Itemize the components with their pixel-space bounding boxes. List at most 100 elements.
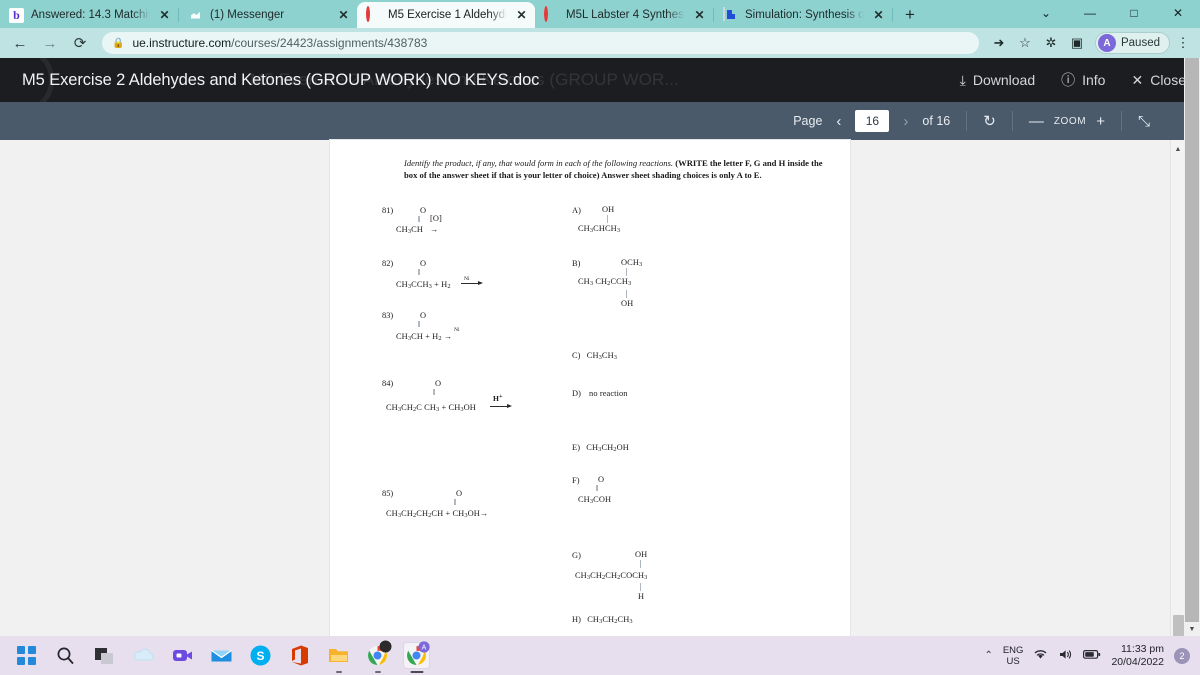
new-tab-button[interactable]: + — [897, 2, 923, 28]
tab-close-icon[interactable]: ✕ — [336, 8, 351, 23]
question-85: 85) — [382, 483, 393, 501]
profile-button[interactable]: A Paused — [1094, 32, 1170, 54]
zoom-icon[interactable] — [170, 643, 195, 668]
q85-carbonyl-o: O — [456, 489, 463, 498]
office-icon[interactable] — [287, 643, 312, 668]
viewer-scrollbar[interactable]: ▲ ▼ — [1170, 140, 1184, 675]
system-tray: ⌃ ENG US 11:33 pm 20/04/2022 2 — [984, 643, 1200, 669]
page-scroll-down-icon[interactable]: ▼ — [1184, 622, 1200, 636]
zoom-in-icon[interactable]: + — [1096, 113, 1105, 130]
prev-page-icon[interactable]: ‹ — [832, 113, 845, 130]
tab-title: Answered: 14.3 Matching Questio — [31, 8, 150, 21]
tray-expand-icon[interactable]: ⌃ — [984, 650, 992, 661]
notification-badge[interactable]: 2 — [1174, 647, 1190, 664]
browser-tab-3[interactable]: M5L Labster 4 Synthesis of Aspirin ✕ — [535, 2, 713, 28]
extensions-puzzle-icon[interactable]: ✲ — [1039, 31, 1063, 55]
answer-letter: B) — [572, 259, 581, 268]
tab-title: M5L Labster 4 Synthesis of Aspirin — [566, 8, 685, 21]
answer-a-letter: A) — [572, 200, 581, 218]
answer-a-main: CH3CHCH3 — [578, 224, 621, 234]
back-icon[interactable]: ← — [6, 29, 34, 57]
answer-g-main: CH3CH2CH2COCH3 — [575, 571, 648, 581]
wifi-icon[interactable] — [1033, 648, 1048, 664]
document-header: M5 Exercise 2 Aldehydes and Ketones (GRO… — [0, 58, 1200, 102]
page-scrollbar[interactable]: ▼ — [1184, 58, 1200, 636]
battery-icon[interactable] — [1083, 649, 1101, 663]
chrome-active-icon[interactable]: A — [404, 641, 430, 673]
close-document-button[interactable]: ✕ Close — [1131, 72, 1186, 89]
svg-text:S: S — [256, 649, 264, 663]
window-controls: ⌄ — □ ✕ — [1024, 0, 1200, 28]
browser-tab-2-active[interactable]: M5 Exercise 1 Aldehydes and Keto ✕ — [357, 2, 535, 28]
rotate-icon[interactable]: ↻ — [983, 112, 996, 130]
avatar: A — [1097, 34, 1116, 52]
answer-e: E) CH3CH2OH — [572, 437, 629, 455]
fullscreen-icon[interactable]: ⤡ — [1138, 113, 1150, 130]
taskbar-icons: S A — [0, 640, 430, 673]
page-scrollbar-thumb[interactable] — [1185, 58, 1199, 622]
info-button[interactable]: ⓘ Info — [1061, 70, 1105, 90]
lock-icon: 🔒 — [112, 37, 125, 49]
clock-time: 11:33 pm — [1121, 642, 1164, 655]
skype-icon[interactable]: S — [248, 643, 273, 668]
answer-d: D) no reaction — [572, 383, 628, 401]
q81-carbonyl-o: O — [420, 206, 427, 215]
tab-close-icon[interactable]: ✕ — [157, 8, 172, 23]
tab-close-icon[interactable]: ✕ — [871, 8, 886, 23]
forward-icon[interactable]: → — [36, 29, 64, 57]
browser-menu-icon[interactable]: ⋮ — [1172, 31, 1194, 55]
file-explorer-icon[interactable] — [326, 643, 351, 673]
omnibox-bar: ← → ⟳ 🔒 ue.instructure.com/courses/24423… — [0, 28, 1200, 58]
mail-icon[interactable] — [209, 643, 234, 668]
bookmark-star-icon[interactable]: ☆ — [1013, 31, 1037, 55]
url-host: ue.instructure.com — [132, 36, 232, 50]
volume-icon[interactable] — [1058, 648, 1073, 664]
answer-f-main: CH3COH — [578, 495, 612, 505]
tab-close-icon[interactable]: ✕ — [692, 8, 707, 23]
tab-search-icon[interactable]: ⌄ — [1024, 0, 1068, 25]
close-icon: ✕ — [1131, 71, 1144, 88]
close-window-icon[interactable]: ✕ — [1156, 0, 1200, 25]
clock[interactable]: 11:33 pm 20/04/2022 — [1111, 643, 1164, 669]
answer-c-main: CH3CH3 — [584, 351, 618, 361]
windows-taskbar: S A ⌃ ENG US 11:33 pm 20/04/2022 2 — [0, 636, 1200, 675]
page-navigation-group: Page ‹ 16 › of 16 — [777, 110, 966, 132]
chrome-icon[interactable] — [365, 640, 392, 673]
minimize-icon[interactable]: — — [1068, 0, 1112, 25]
task-view-icon[interactable] — [92, 643, 117, 668]
start-icon[interactable] — [14, 643, 39, 668]
answer-f-letter: F) — [572, 470, 580, 488]
answer-e-main: CH3CH2OH — [584, 443, 629, 453]
question-number: 84) — [382, 379, 394, 388]
browser-tab-1[interactable]: (1) Messenger ✕ — [179, 2, 357, 28]
answer-b-ocH3: OCH3 — [621, 258, 643, 268]
clock-date: 20/04/2022 — [1111, 655, 1164, 668]
scroll-up-icon[interactable]: ▲ — [1171, 142, 1185, 156]
page-number-input[interactable]: 16 — [855, 110, 890, 132]
side-panel-icon[interactable]: ▣ — [1065, 31, 1089, 55]
question-number: 83) — [382, 311, 394, 320]
language-indicator[interactable]: ENG US — [1003, 645, 1024, 667]
share-icon[interactable]: ➜ — [987, 31, 1011, 55]
browser-tab-0[interactable]: b Answered: 14.3 Matching Questio ✕ — [0, 2, 178, 28]
search-icon[interactable] — [53, 643, 78, 668]
maximize-icon[interactable]: □ — [1112, 0, 1156, 25]
address-bar[interactable]: 🔒 ue.instructure.com/courses/24423/assig… — [102, 32, 979, 54]
tab-divider — [892, 8, 893, 22]
zoom-out-icon[interactable]: — — [1029, 113, 1044, 130]
profile-status-label: Paused — [1120, 37, 1160, 49]
reload-icon[interactable]: ⟳ — [66, 29, 94, 57]
browser-tab-4[interactable]: Simulation: Synthesis of Aspirin: L ✕ — [714, 2, 892, 28]
tab-close-icon[interactable]: ✕ — [514, 8, 529, 23]
page-label: Page — [793, 114, 823, 128]
q83-carbonyl-o: O — [420, 311, 427, 320]
onedrive-icon[interactable] — [131, 643, 156, 668]
canvas-icon — [544, 5, 559, 23]
next-page-icon[interactable]: › — [899, 113, 912, 130]
download-button[interactable]: ⤓ Download — [960, 72, 1035, 89]
browser-window: b Answered: 14.3 Matching Questio ✕ (1) … — [0, 0, 1200, 675]
answer-letter: A) — [572, 206, 582, 215]
instruction-text: Identify the product, if any, that would… — [404, 158, 824, 182]
q85-reactant: CH3CH2CH2CH + CH3OH→ — [386, 509, 489, 519]
viewer-toolbar: Page ‹ 16 › of 16 ↻ — ZOOM + ⤡ — [0, 102, 1200, 140]
